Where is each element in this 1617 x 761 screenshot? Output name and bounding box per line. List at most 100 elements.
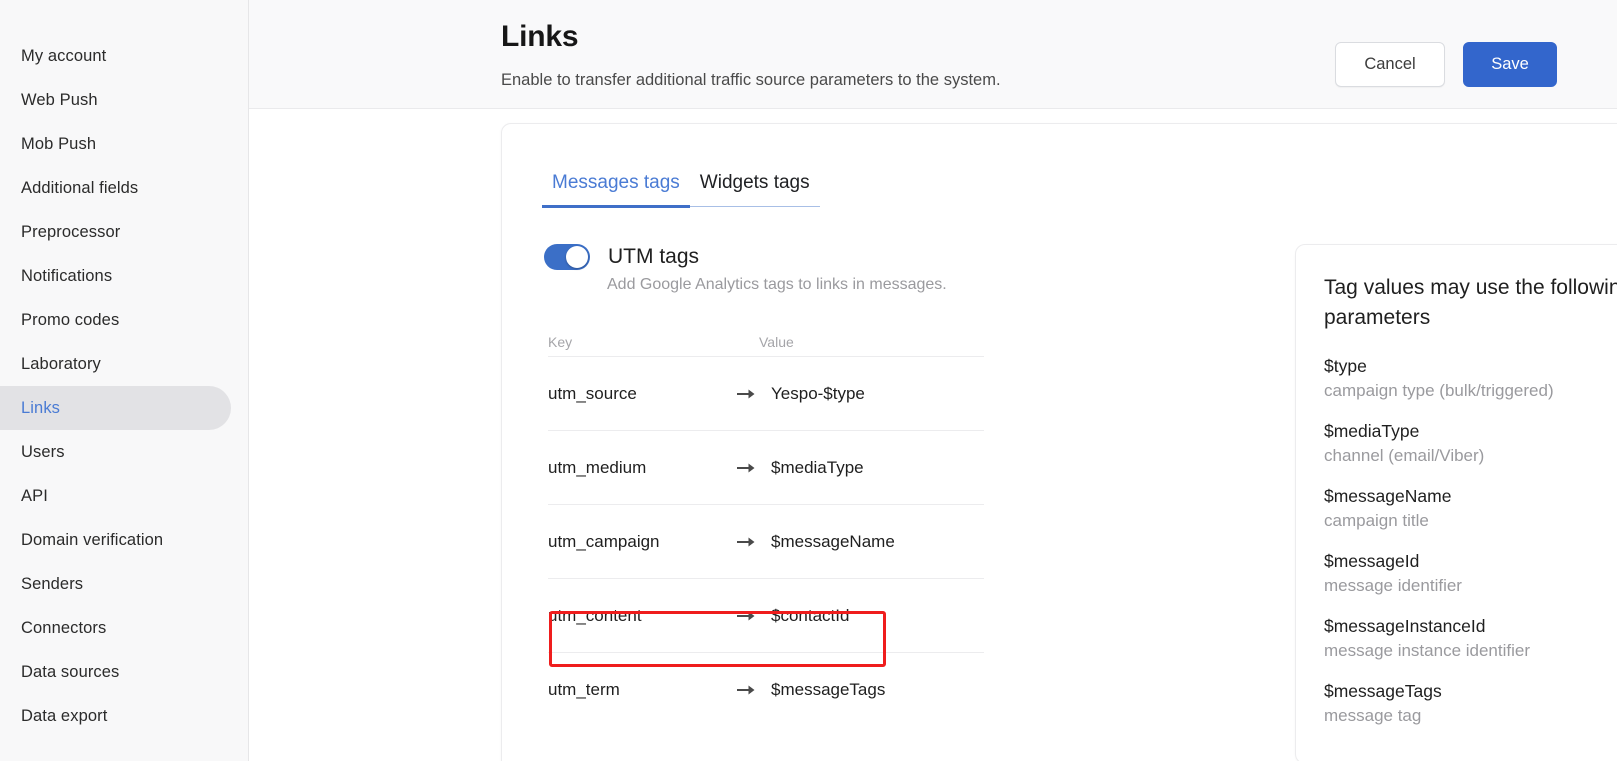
sidebar-item-laboratory[interactable]: Laboratory xyxy=(0,342,231,386)
sidebar-item-data-export[interactable]: Data export xyxy=(0,694,231,738)
sidebar-item-links[interactable]: Links xyxy=(0,386,231,430)
parameter-description: message identifier xyxy=(1324,576,1462,596)
tag-key: utm_medium xyxy=(548,457,647,477)
tag-value: Yespo-$type xyxy=(771,383,865,403)
arrow-right-icon xyxy=(737,461,771,475)
column-header-value: Value xyxy=(759,334,794,350)
sidebar-item-label: Mob Push xyxy=(21,134,97,153)
sidebar-item-label: Additional fields xyxy=(21,178,139,197)
parameter-name: $mediaType xyxy=(1324,420,1420,441)
utm-tags-hint: Add Google Analytics tags to links in me… xyxy=(607,276,947,293)
utm-tags-table: Key Value utm_source Yespo-$type utm_mediu… xyxy=(548,329,984,727)
arrow-right-icon xyxy=(737,611,755,620)
parameter-description: campaign title xyxy=(1324,511,1429,531)
parameters-info-panel: Tag values may use the following paramet… xyxy=(1295,244,1617,761)
parameter-name: $type xyxy=(1324,355,1367,376)
tag-value: $mediaType xyxy=(771,457,864,477)
parameter-name: $messageName xyxy=(1324,485,1452,506)
parameter-name: $messageTags xyxy=(1324,680,1442,701)
tag-value: $messageTags xyxy=(771,680,886,699)
sidebar-item-api[interactable]: API xyxy=(0,474,231,518)
table-row[interactable]: utm_medium $mediaType xyxy=(548,431,984,505)
arrow-right-icon xyxy=(737,537,755,546)
sidebar-item-label: Connectors xyxy=(21,618,107,637)
arrow-right-icon xyxy=(737,609,771,623)
sidebar-item-label: Senders xyxy=(21,574,84,593)
parameter-name: $messageInstanceId xyxy=(1324,615,1486,636)
sidebar: My account Web Push Mob Push Additional fie… xyxy=(0,0,249,761)
parameter-item: $messageName campaign title xyxy=(1324,484,1617,534)
parameter-item: $type campaign type (bulk/triggered) xyxy=(1324,354,1617,404)
header-actions: Cancel Save xyxy=(1335,42,1557,87)
info-panel-title: Tag values may use the following paramet… xyxy=(1324,276,1617,330)
sidebar-item-promo-codes[interactable]: Promo codes xyxy=(0,298,231,342)
parameter-list: $type campaign type (bulk/triggered) $medi… xyxy=(1324,354,1617,729)
sidebar-item-label: Data sources xyxy=(21,662,120,681)
parameter-description: channel (email/Viber) xyxy=(1324,446,1485,466)
parameter-item: $mediaType channel (email/Viber) xyxy=(1324,419,1617,469)
sidebar-item-label: My account xyxy=(21,46,107,65)
sidebar-item-label: Links xyxy=(21,398,61,417)
utm-tags-toggle[interactable] xyxy=(544,244,590,270)
table-header-row: Key Value xyxy=(548,329,984,357)
table-row[interactable]: utm_content $contactId xyxy=(548,579,984,653)
parameter-item: $messageId message identifier xyxy=(1324,549,1617,599)
sidebar-item-label: Domain verification xyxy=(21,530,164,549)
tag-key: utm_campaign xyxy=(548,531,660,551)
sidebar-item-users[interactable]: Users xyxy=(0,430,231,474)
sidebar-item-preprocessor[interactable]: Preprocessor xyxy=(0,210,231,254)
table-row[interactable]: utm_campaign $messageName xyxy=(548,505,984,579)
tag-key: utm_content xyxy=(548,605,642,625)
table-row[interactable]: utm_source Yespo-$type xyxy=(548,357,984,431)
sidebar-item-data-sources[interactable]: Data sources xyxy=(0,650,231,694)
app-root: My account Web Push Mob Push Additional fie… xyxy=(0,0,1617,761)
page-title: Links xyxy=(501,20,579,53)
sidebar-item-senders[interactable]: Senders xyxy=(0,562,231,606)
arrow-right-icon xyxy=(737,535,771,549)
tag-key: utm_term xyxy=(548,680,620,699)
parameter-description: message instance identifier xyxy=(1324,641,1531,661)
sidebar-item-label: Data export xyxy=(21,706,108,725)
main-content: Links Enable to transfer additional traf… xyxy=(249,0,1617,761)
parameter-item: $messageTags message tag xyxy=(1324,679,1617,729)
column-header-key: Key xyxy=(548,334,573,350)
sidebar-item-label: Users xyxy=(21,442,65,461)
utm-toggle-row: UTM tags xyxy=(544,244,699,270)
tag-value: $contactId xyxy=(771,605,850,625)
sidebar-item-my-account[interactable]: My account xyxy=(0,34,231,78)
sidebar-item-label: Promo codes xyxy=(21,310,120,329)
arrow-right-icon xyxy=(737,683,771,697)
arrow-right-icon xyxy=(737,389,755,398)
tag-key: utm_source xyxy=(548,383,637,403)
tab-bar: Messages tags Widgets tags xyxy=(542,172,820,209)
sidebar-item-label: Laboratory xyxy=(21,354,101,373)
parameter-description: message tag xyxy=(1324,706,1422,726)
save-button[interactable]: Save xyxy=(1463,42,1557,87)
sidebar-item-mob-push[interactable]: Mob Push xyxy=(0,122,231,166)
table-row[interactable]: utm_term $messageTags xyxy=(548,653,984,727)
arrow-right-icon xyxy=(737,685,755,695)
cancel-button[interactable]: Cancel xyxy=(1335,42,1445,87)
sidebar-item-domain-verification[interactable]: Domain verification xyxy=(0,518,231,562)
page-subtitle: Enable to transfer additional traffic so… xyxy=(501,71,1001,89)
tab-widgets-tags[interactable]: Widgets tags xyxy=(689,172,820,208)
sidebar-item-web-push[interactable]: Web Push xyxy=(0,78,231,122)
sidebar-item-notifications[interactable]: Notifications xyxy=(0,254,231,298)
toggle-knob xyxy=(566,246,588,268)
sidebar-item-label: Web Push xyxy=(21,90,98,109)
arrow-right-icon xyxy=(737,463,755,472)
tab-messages-tags[interactable]: Messages tags xyxy=(542,172,690,208)
arrow-right-icon xyxy=(737,387,771,401)
page-header: Links Enable to transfer additional traf… xyxy=(249,0,1617,109)
sidebar-item-label: Notifications xyxy=(21,266,113,285)
parameter-description: campaign type (bulk/triggered) xyxy=(1324,381,1554,401)
sidebar-item-additional-fields[interactable]: Additional fields xyxy=(0,166,231,210)
tag-value: $messageName xyxy=(771,531,895,551)
sidebar-item-label: API xyxy=(21,486,48,505)
parameter-item: $messageInstanceId message instance ident… xyxy=(1324,614,1617,664)
utm-tags-label: UTM tags xyxy=(608,245,700,268)
sidebar-item-label: Preprocessor xyxy=(21,222,121,241)
table-body: utm_source Yespo-$type utm_medium $mediaTyp… xyxy=(548,357,984,727)
parameter-name: $messageId xyxy=(1324,550,1420,571)
sidebar-item-connectors[interactable]: Connectors xyxy=(0,606,231,650)
